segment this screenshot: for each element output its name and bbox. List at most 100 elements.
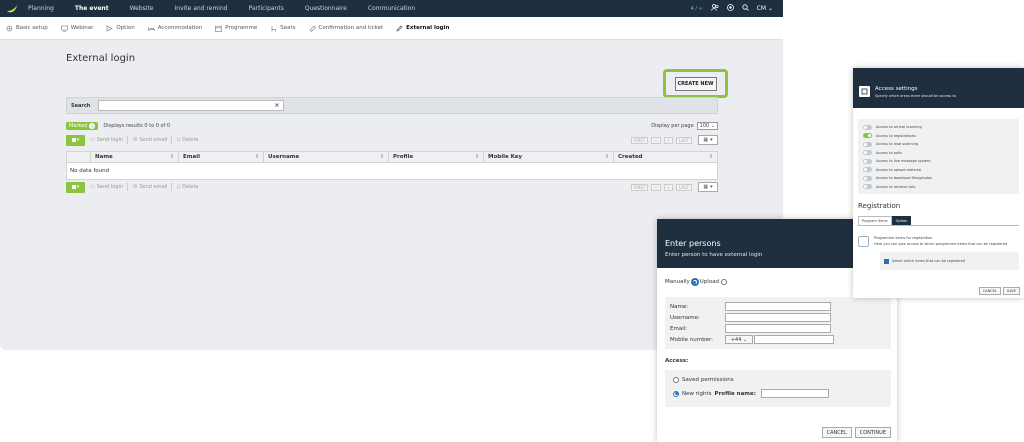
- search-input[interactable]: ×: [98, 100, 285, 111]
- select-all-dropdown[interactable]: ▾: [66, 134, 85, 146]
- app-logo[interactable]: [6, 4, 19, 14]
- toggle-switch[interactable]: [863, 150, 872, 156]
- users-icon[interactable]: [710, 4, 719, 13]
- name-input[interactable]: [725, 302, 831, 311]
- results-row: Marked 0 Displays results 0 to 0 of 0 Dis…: [66, 121, 718, 131]
- nav-participants[interactable]: Participants: [249, 5, 284, 12]
- sub-seats[interactable]: Seats: [270, 25, 296, 32]
- manually-radio[interactable]: [691, 279, 698, 285]
- sub-accommodation[interactable]: Accommodation: [147, 25, 203, 32]
- col-username[interactable]: Username ⇕: [264, 152, 389, 162]
- nav-communication[interactable]: Communication: [368, 5, 415, 12]
- help-icon[interactable]: [726, 4, 734, 13]
- column-settings-button[interactable]: ▦ ▾: [698, 135, 718, 145]
- col-profile[interactable]: Profile ⇕: [389, 152, 484, 162]
- saved-permissions-radio[interactable]: [673, 377, 679, 383]
- new-rights-radio[interactable]: [673, 390, 679, 397]
- select-all-dropdown[interactable]: ▾: [66, 181, 85, 193]
- chevron-down-icon: ▾: [76, 137, 80, 143]
- col-mobile-key[interactable]: Mobile Key ⇕: [484, 152, 614, 162]
- column-settings-button[interactable]: ▦ ▾: [698, 182, 718, 192]
- continue-button[interactable]: CONTINUE: [854, 427, 891, 438]
- delete-button[interactable]: ▯ Delete: [177, 184, 198, 190]
- toggle-switch[interactable]: [863, 141, 872, 147]
- delete-label: Delete: [182, 137, 199, 143]
- nav-the-event[interactable]: The event: [75, 5, 109, 12]
- pager-prev[interactable]: <: [651, 183, 661, 191]
- sub-basic-setup[interactable]: Basic setup: [6, 25, 48, 32]
- save-button[interactable]: SAVE: [1002, 287, 1020, 295]
- sub-external-login[interactable]: External login: [396, 25, 449, 32]
- toggle-switch[interactable]: [863, 158, 872, 164]
- username-label: Username:: [670, 314, 700, 321]
- sub-confirmation-ticket[interactable]: Confirmation and ticket: [309, 25, 383, 32]
- pager-first[interactable]: FIRST: [630, 136, 649, 144]
- empty-row: No data found: [70, 168, 110, 174]
- ticket-icon: [309, 25, 316, 32]
- col-created[interactable]: Created ⇕: [614, 152, 717, 162]
- sub-accommodation-label: Accommodation: [157, 25, 203, 31]
- col-name-label: Name: [95, 154, 113, 160]
- registration-description: Here you can give access to which progra…: [874, 242, 1008, 246]
- profile-name-label: Profile name:: [714, 390, 756, 397]
- option-icon: [106, 24, 114, 32]
- pager-prev[interactable]: <: [651, 136, 661, 144]
- send-email-button[interactable]: ✉ Send email: [133, 184, 167, 190]
- clear-icon[interactable]: ×: [274, 102, 279, 109]
- registration-title: Registration: [858, 202, 901, 210]
- pager-last[interactable]: LAST: [675, 136, 692, 144]
- nav-questionnaire[interactable]: Questionnaire: [305, 5, 347, 12]
- select-items-checkbox[interactable]: [884, 258, 889, 264]
- sub-programme[interactable]: Programme: [215, 25, 257, 32]
- sub-webinar[interactable]: Webinar: [60, 25, 93, 32]
- toggle-switch[interactable]: [863, 124, 872, 130]
- toggle-label: Access to lead scanning: [876, 142, 919, 147]
- access-toggle-row: Access to retrieve lists: [863, 183, 1014, 192]
- nav-website[interactable]: Website: [130, 5, 154, 12]
- create-new-button[interactable]: CREATE NEW: [674, 76, 717, 91]
- email-input[interactable]: [725, 324, 831, 333]
- name-label: Name:: [670, 303, 689, 310]
- pager-next[interactable]: >: [663, 136, 673, 144]
- delete-button[interactable]: ▯ Delete: [177, 137, 198, 143]
- email-row: Email:: [670, 324, 890, 333]
- toggle-switch[interactable]: [863, 133, 872, 139]
- toggle-switch[interactable]: [863, 175, 872, 181]
- pager-first[interactable]: FIRST: [630, 183, 649, 191]
- col-email[interactable]: Email ⇕: [179, 152, 264, 162]
- username-input[interactable]: [725, 313, 831, 322]
- sub-option[interactable]: Option: [106, 24, 135, 32]
- select-items-label: Select which items that can be registere…: [892, 259, 965, 263]
- registration-info: Programme items for registration Here yo…: [858, 236, 1019, 247]
- tab-program-items[interactable]: Program items: [858, 216, 892, 225]
- user-initials: CM: [756, 5, 767, 12]
- nav-planning[interactable]: Planning: [28, 5, 54, 12]
- pager-last[interactable]: LAST: [675, 183, 692, 191]
- per-page-select[interactable]: 100 ⌄: [696, 122, 718, 130]
- tab-option[interactable]: Option: [891, 216, 912, 225]
- upload-radio[interactable]: [721, 279, 728, 285]
- toggle-switch[interactable]: [863, 167, 872, 173]
- pager-next[interactable]: >: [663, 183, 673, 191]
- send-login-button[interactable]: ▭ Send login: [90, 137, 123, 143]
- marked-badge[interactable]: Marked 0: [66, 122, 99, 130]
- cancel-button[interactable]: CANCEL: [978, 287, 1001, 295]
- search-icon[interactable]: [742, 4, 749, 13]
- country-code-select[interactable]: +44 ⌄: [725, 335, 753, 344]
- sort-icon: ⇕: [708, 154, 713, 160]
- toggle-label: Access to arrival scanning: [876, 125, 922, 130]
- registration-text: Programme items for registration Here yo…: [874, 236, 1007, 247]
- cancel-button[interactable]: CANCEL: [821, 427, 852, 438]
- user-menu[interactable]: CM ⌄: [757, 5, 773, 12]
- toggle-switch[interactable]: [863, 184, 872, 190]
- col-username-label: Username: [268, 154, 300, 160]
- nav-invite-remind[interactable]: Invite and remind: [175, 5, 228, 12]
- col-email-label: Email: [183, 154, 200, 160]
- access-toggle-row: Access to upload material: [863, 166, 1014, 175]
- access-toggle-row: Access to registrations: [863, 132, 1014, 141]
- col-name[interactable]: Name ⇕: [91, 152, 179, 162]
- send-email-button[interactable]: ✉ Send email: [133, 137, 167, 143]
- mobile-input[interactable]: [754, 335, 834, 344]
- send-login-button[interactable]: ▭ Send login: [90, 184, 123, 190]
- profile-name-input[interactable]: [760, 389, 829, 398]
